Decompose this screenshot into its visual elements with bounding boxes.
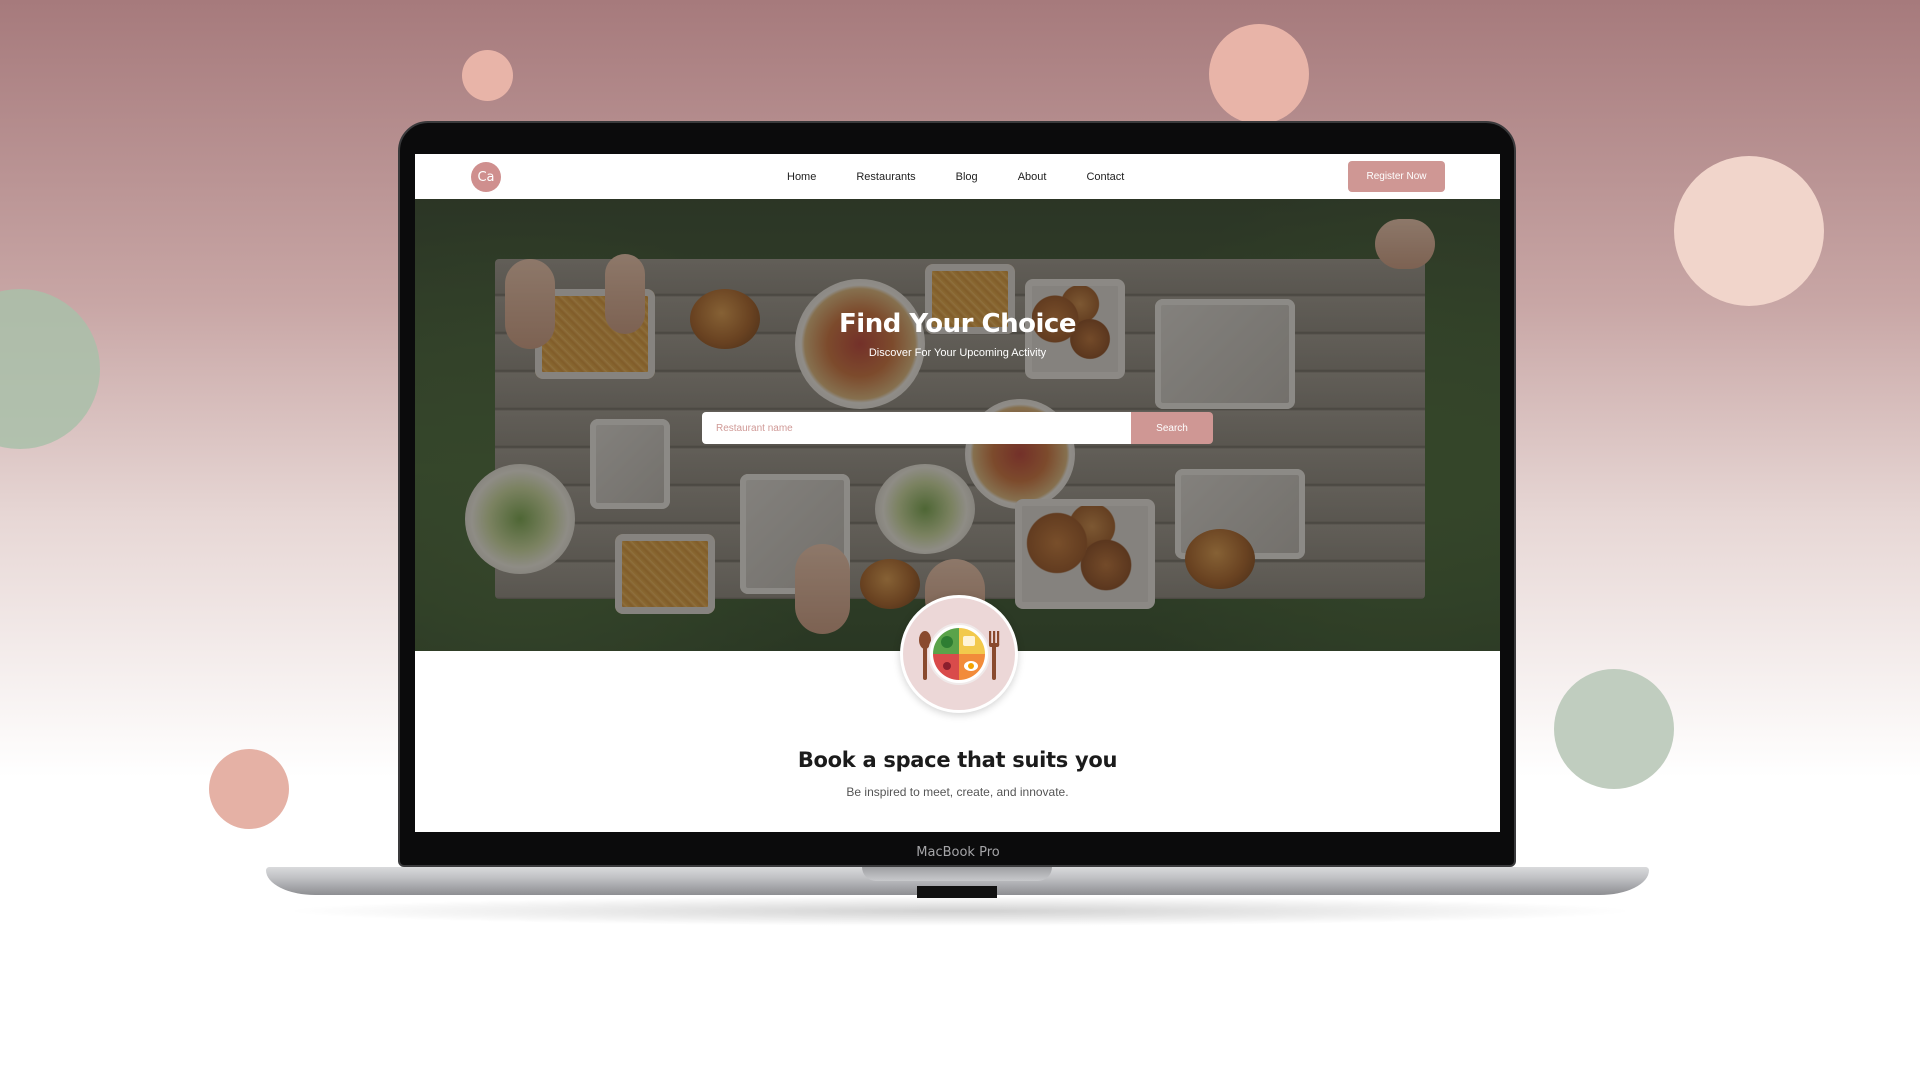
device-label: MacBook Pro: [916, 845, 1000, 860]
logo-text: Ca: [477, 169, 495, 185]
register-button[interactable]: Register Now: [1348, 161, 1445, 192]
laptop-foot: [917, 886, 997, 898]
laptop-notch: [862, 867, 1052, 881]
decorative-circle: [1209, 24, 1309, 124]
decorative-circle: [1674, 156, 1824, 306]
search-box: Search: [702, 412, 1213, 444]
section-subtitle: Be inspired to meet, create, and innovat…: [846, 785, 1069, 799]
section-title: Book a space that suits you: [797, 748, 1118, 772]
nav-link-restaurants[interactable]: Restaurants: [856, 171, 915, 183]
decorative-circle: [0, 289, 100, 449]
nav-link-home[interactable]: Home: [787, 171, 816, 183]
hero-section: Find Your Choice Discover For Your Upcom…: [415, 199, 1500, 651]
website-screen: Ca Home Restaurants Blog About Contact R…: [415, 154, 1500, 832]
hero-subtitle: Discover For Your Upcoming Activity: [868, 347, 1047, 359]
nav-link-about[interactable]: About: [1018, 171, 1047, 183]
search-button[interactable]: Search: [1131, 412, 1213, 444]
decorative-circle: [209, 749, 289, 829]
nav-link-blog[interactable]: Blog: [956, 171, 978, 183]
hero-title: Find Your Choice: [839, 309, 1076, 339]
laptop-shadow: [280, 896, 1640, 926]
navbar: Ca Home Restaurants Blog About Contact R…: [415, 154, 1500, 199]
plate-cutlery-icon-graphic: [919, 623, 1000, 685]
nav-link-contact[interactable]: Contact: [1086, 171, 1124, 183]
decorative-circle: [1554, 669, 1674, 789]
restaurant-search-input[interactable]: [702, 412, 1131, 444]
brand-logo-icon[interactable]: Ca: [471, 162, 501, 192]
decorative-circle: [462, 50, 513, 101]
nav-links: Home Restaurants Blog About Contact: [787, 154, 1164, 199]
plate-cutlery-icon: [900, 595, 1018, 713]
